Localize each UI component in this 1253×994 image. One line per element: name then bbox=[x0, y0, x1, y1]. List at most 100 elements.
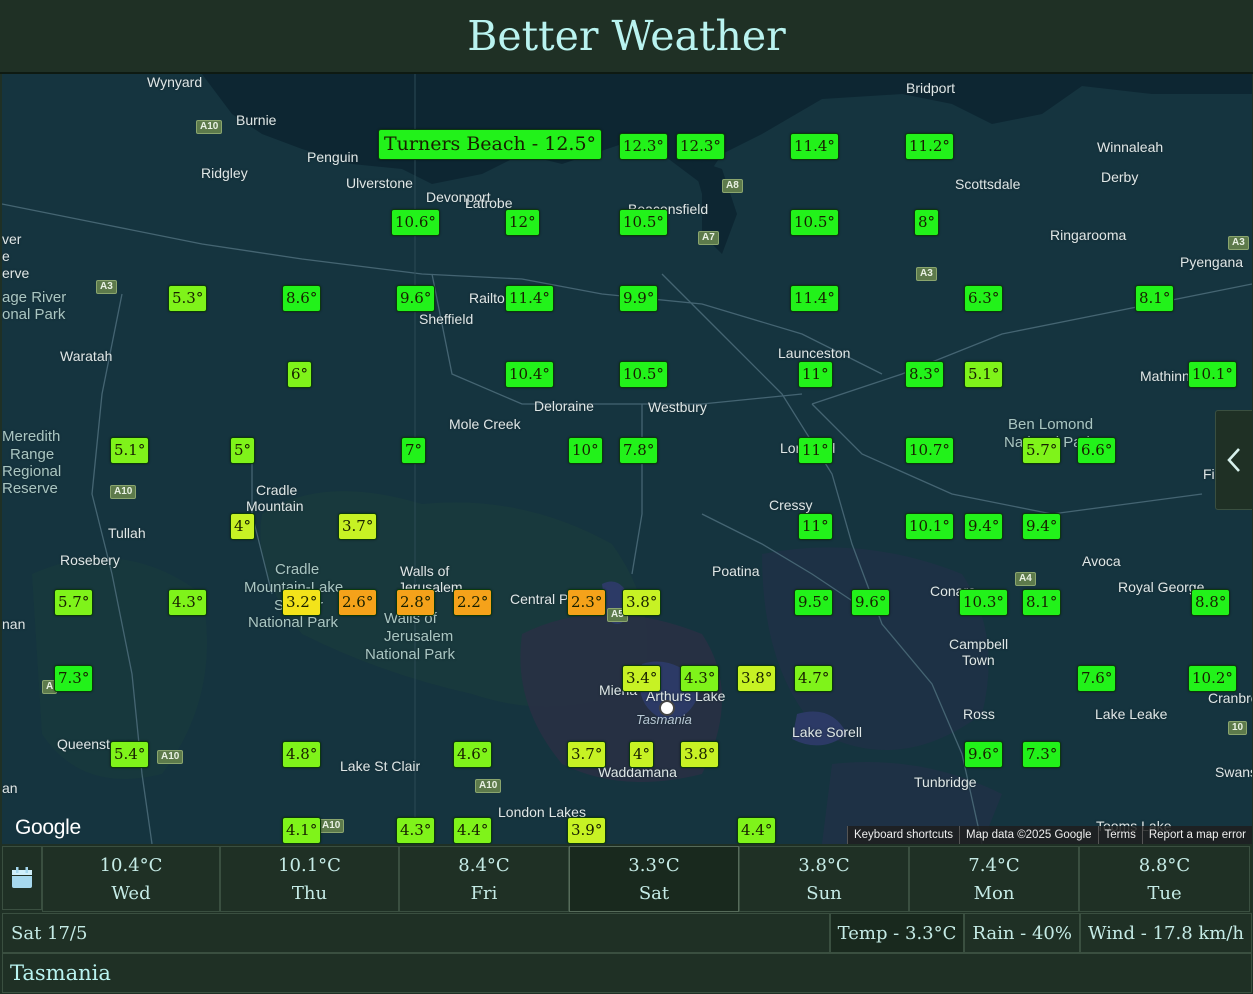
temperature-marker[interactable]: 3.4° bbox=[622, 665, 662, 692]
temperature-marker[interactable]: 5.7° bbox=[1022, 437, 1062, 464]
temperature-marker[interactable]: 6° bbox=[287, 361, 313, 388]
temperature-marker[interactable]: 2.3° bbox=[567, 589, 607, 616]
temperature-marker[interactable]: 9.5° bbox=[794, 589, 834, 616]
temperature-marker[interactable]: 7.8° bbox=[619, 437, 659, 464]
temperature-marker[interactable]: 4° bbox=[230, 513, 256, 540]
day-tab-thu[interactable]: 10.1°C Thu bbox=[220, 846, 399, 912]
temperature-marker[interactable]: 7° bbox=[401, 437, 427, 464]
temperature-marker[interactable]: 5.3° bbox=[168, 285, 208, 312]
temperature-marker[interactable]: 9.6° bbox=[396, 285, 436, 312]
temperature-marker[interactable]: 4.7° bbox=[794, 665, 834, 692]
side-panel-toggle[interactable] bbox=[1215, 410, 1252, 510]
temperature-marker[interactable]: 6.6° bbox=[1077, 437, 1117, 464]
temperature-marker[interactable]: 2.8° bbox=[396, 589, 436, 616]
place-label: Poatina bbox=[712, 563, 760, 579]
temperature-marker[interactable]: 5° bbox=[230, 437, 256, 464]
temperature-marker[interactable]: 10.3° bbox=[959, 589, 1008, 616]
keyboard-shortcuts-link[interactable]: Keyboard shortcuts bbox=[846, 826, 960, 844]
temperature-marker[interactable]: 5.1° bbox=[964, 361, 1004, 388]
rain-tab[interactable]: Rain - 40% bbox=[964, 913, 1080, 953]
temperature-marker[interactable]: 10.5° bbox=[619, 209, 668, 236]
temperature-marker[interactable]: 7.3° bbox=[1022, 741, 1062, 768]
temperature-marker[interactable]: 10.4° bbox=[505, 361, 554, 388]
temperature-marker[interactable]: 3.9° bbox=[567, 817, 607, 844]
temperature-marker[interactable]: 3.7° bbox=[338, 513, 378, 540]
temperature-marker[interactable]: 10.6° bbox=[391, 209, 440, 236]
temperature-marker[interactable]: 4.8° bbox=[282, 741, 322, 768]
day-tab-fri[interactable]: 8.4°C Fri bbox=[399, 846, 569, 912]
temperature-marker[interactable]: 8.1° bbox=[1022, 589, 1062, 616]
temperature-marker[interactable]: 9.4° bbox=[964, 513, 1004, 540]
temperature-marker[interactable]: 9.4° bbox=[1022, 513, 1062, 540]
temperature-marker[interactable]: 5.7° bbox=[54, 589, 94, 616]
temperature-marker[interactable]: 3.8° bbox=[622, 589, 662, 616]
place-label: Lake St Clair bbox=[340, 758, 421, 774]
temperature-marker[interactable]: 8° bbox=[914, 209, 940, 236]
place-label: an bbox=[2, 780, 18, 796]
temperature-marker[interactable]: 2.6° bbox=[338, 589, 378, 616]
temp-tab[interactable]: Temp - 3.3°C bbox=[829, 913, 965, 953]
temperature-marker[interactable]: 10.5° bbox=[790, 209, 839, 236]
temperature-marker[interactable]: 10.7° bbox=[905, 437, 954, 464]
selected-location-label[interactable]: Turners Beach - 12.5° bbox=[378, 129, 603, 160]
temperature-marker[interactable]: 8.8° bbox=[1191, 589, 1231, 616]
temperature-marker[interactable]: 4.3° bbox=[396, 817, 436, 844]
temperature-marker[interactable]: 8.6° bbox=[282, 285, 322, 312]
calendar-button[interactable] bbox=[2, 846, 42, 910]
day-tab-wed[interactable]: 10.4°C Wed bbox=[42, 846, 220, 912]
wind-tab[interactable]: Wind - 17.8 km/h bbox=[1079, 913, 1252, 953]
report-map-error-link[interactable]: Report a map error bbox=[1141, 826, 1252, 844]
temperature-marker[interactable]: 4° bbox=[629, 741, 655, 768]
temperature-marker[interactable]: 11.4° bbox=[790, 285, 839, 312]
temperature-marker[interactable]: 3.7° bbox=[567, 741, 607, 768]
day-tab-tue[interactable]: 8.8°C Tue bbox=[1079, 846, 1250, 912]
temperature-marker[interactable]: 7.6° bbox=[1077, 665, 1117, 692]
temperature-marker[interactable]: 11° bbox=[798, 437, 833, 464]
temperature-marker[interactable]: 3.2° bbox=[282, 589, 322, 616]
map-data-text: Map data ©2025 Google bbox=[959, 826, 1098, 844]
place-label: National Park bbox=[365, 646, 456, 663]
place-label: Pyengana bbox=[1180, 254, 1244, 270]
temperature-marker[interactable]: 4.1° bbox=[282, 817, 322, 844]
temperature-marker[interactable]: 4.3° bbox=[168, 589, 208, 616]
temperature-marker[interactable]: 4.6° bbox=[453, 741, 493, 768]
temperature-marker[interactable]: 8.3° bbox=[905, 361, 945, 388]
temperature-marker[interactable]: 4.4° bbox=[453, 817, 493, 844]
place-label: Rosebery bbox=[60, 552, 120, 568]
temperature-marker[interactable]: 11.4° bbox=[505, 285, 554, 312]
temperature-marker[interactable]: 10.2° bbox=[1188, 665, 1237, 692]
day-tab-sat[interactable]: 3.3°C Sat bbox=[569, 846, 739, 912]
day-tab-mon[interactable]: 7.4°C Mon bbox=[909, 846, 1079, 912]
app-root: Better Weather Wynyard Burnie Penguin Ri… bbox=[0, 0, 1253, 994]
location-pin[interactable] bbox=[659, 700, 675, 716]
temperature-marker[interactable]: 12° bbox=[505, 209, 540, 236]
temperature-marker[interactable]: 10.1° bbox=[905, 513, 954, 540]
temperature-marker[interactable]: 9.9° bbox=[619, 285, 659, 312]
temperature-marker[interactable]: 11.4° bbox=[790, 133, 839, 160]
temperature-marker[interactable]: 5.4° bbox=[110, 741, 150, 768]
temperature-marker[interactable]: 4.4° bbox=[737, 817, 777, 844]
temperature-marker[interactable]: 11.2° bbox=[905, 133, 954, 160]
temperature-marker[interactable]: 11° bbox=[798, 361, 833, 388]
temperature-marker[interactable]: 6.3° bbox=[964, 285, 1004, 312]
terms-link[interactable]: Terms bbox=[1097, 826, 1142, 844]
temperature-marker[interactable]: 10° bbox=[568, 437, 603, 464]
temperature-marker[interactable]: 10.1° bbox=[1188, 361, 1237, 388]
temperature-marker[interactable]: 3.8° bbox=[680, 741, 720, 768]
day-tab-sun[interactable]: 3.8°C Sun bbox=[739, 846, 909, 912]
temperature-marker[interactable]: 9.6° bbox=[851, 589, 891, 616]
temperature-marker[interactable]: 5.1° bbox=[110, 437, 150, 464]
place-label: Cradle bbox=[275, 561, 320, 578]
place-label: Launceston bbox=[778, 345, 851, 361]
temperature-marker[interactable]: 8.1° bbox=[1135, 285, 1175, 312]
temperature-marker[interactable]: 12.3° bbox=[619, 133, 668, 160]
temperature-marker[interactable]: 9.6° bbox=[964, 741, 1004, 768]
temperature-marker[interactable]: 10.5° bbox=[619, 361, 668, 388]
temperature-marker[interactable]: 4.3° bbox=[680, 665, 720, 692]
temperature-marker[interactable]: 12.3° bbox=[676, 133, 725, 160]
temperature-marker[interactable]: 2.2° bbox=[453, 589, 493, 616]
temperature-marker[interactable]: 3.8° bbox=[737, 665, 777, 692]
temperature-marker[interactable]: 11° bbox=[798, 513, 833, 540]
temperature-marker[interactable]: 7.3° bbox=[54, 665, 94, 692]
map-view[interactable]: Wynyard Burnie Penguin Ridgley Ulverstone Dev… bbox=[2, 74, 1252, 844]
